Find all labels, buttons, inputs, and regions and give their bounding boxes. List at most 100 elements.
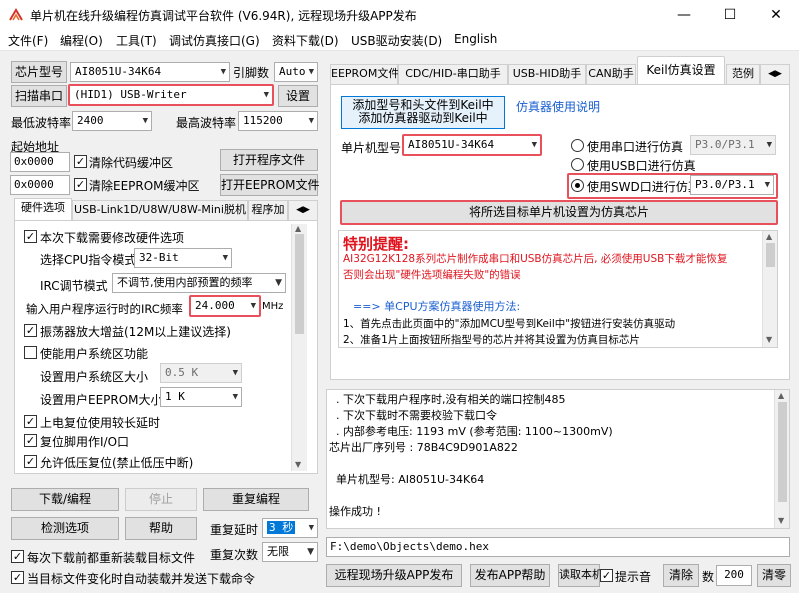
repeat-delay-label: 重复延时 — [210, 523, 259, 537]
clear-code-checkbox[interactable]: ✓ — [74, 155, 87, 168]
menu-file[interactable]: 文件(F) — [8, 32, 48, 49]
serial-emulation-label: 使用串口进行仿真 — [587, 140, 684, 154]
clear-log-button[interactable]: 清除 — [663, 564, 699, 587]
tab-keil-emulation[interactable]: Keil仿真设置 — [637, 56, 725, 86]
scrollbar-thumb[interactable] — [295, 234, 304, 334]
repeat-count-value: 无限 — [267, 545, 289, 558]
read-local-button[interactable]: 读取本机 — [558, 564, 603, 587]
usb-emulation-radio[interactable] — [571, 158, 584, 171]
stop-button[interactable]: 停止 — [125, 488, 197, 511]
scrollbar-thumb[interactable] — [778, 402, 787, 502]
eeprom-size-select[interactable]: 1 K ▼ — [160, 387, 242, 407]
osc-gain-label: 振荡器放大增益(12M以上建议选择) — [40, 325, 231, 339]
power-delay-checkbox[interactable]: ✓ — [24, 415, 37, 428]
reload-target-label: 每次下载前都重新装载目标文件 — [27, 551, 196, 565]
serial-emulation-radio[interactable] — [571, 139, 584, 152]
repeat-count-select[interactable]: 无限 ▼ — [262, 542, 318, 562]
code-start-address-input[interactable]: 0x0000 — [10, 152, 70, 172]
add-to-keil-button[interactable]: 添加型号和头文件到Keil中 添加仿真器驱动到Keil中 — [341, 96, 505, 129]
port-settings-button[interactable]: 设置 — [278, 85, 318, 107]
menu-tools[interactable]: 工具(T) — [116, 32, 157, 49]
menu-debug-interface[interactable]: 调试仿真接口(G) — [169, 32, 260, 49]
irc-mode-select[interactable]: 不调节,使用内部预置的频率 ▼ — [112, 273, 286, 293]
reload-target-checkbox[interactable]: ✓ — [11, 550, 24, 563]
file-path-field[interactable]: F:\demo\Objects\demo.hex — [326, 537, 790, 557]
notice-scrollbar[interactable]: ▲ ▼ — [762, 231, 777, 347]
reset-pin-io-label: 复位脚用作I/O口 — [40, 435, 130, 449]
menu-usb-driver[interactable]: USB驱动安装(D) — [351, 32, 442, 49]
count-input[interactable]: 200 — [716, 565, 752, 586]
enable-user-sys-checkbox[interactable] — [24, 346, 37, 359]
repeat-delay-select[interactable]: 3 秒 ▼ — [262, 518, 318, 538]
max-baud-value: 115200 — [243, 114, 283, 127]
log-scrollbar[interactable]: ▲ ▼ — [774, 390, 789, 528]
tab-eeprom-file[interactable]: EEPROM文件 — [330, 64, 399, 84]
reset-pin-io-checkbox[interactable]: ✓ — [24, 434, 37, 447]
irc-mode-value: 不调节,使用内部预置的频率 — [117, 276, 253, 289]
open-eeprom-file-button[interactable]: 打开EEPROM文件 — [220, 174, 320, 196]
clear-eeprom-checkbox[interactable]: ✓ — [74, 178, 87, 191]
tab-scroll-arrows[interactable]: ◀▶ — [288, 200, 318, 220]
chip-model-select[interactable]: AI8051U-34K64 ▼ — [70, 62, 230, 82]
chevron-down-icon: ▼ — [220, 67, 226, 77]
tab-examples[interactable]: 范例 — [726, 64, 760, 84]
tab-usb-link-offline[interactable]: USB-Link1D/U8W/U8W-Mini脱机 — [72, 200, 248, 220]
scrollbar-thumb[interactable] — [766, 243, 775, 267]
publish-app-button[interactable]: 远程现场升级APP发布 — [326, 564, 462, 587]
user-sys-size-label: 设置用户系统区大小 — [40, 370, 149, 384]
tab-scroll-arrows-right[interactable]: ◀▶ — [760, 64, 790, 84]
chip-model-button[interactable]: 芯片型号 — [11, 61, 67, 83]
tab-cdc-hid-serial[interactable]: CDC/HID-串口助手 — [398, 64, 508, 84]
eeprom-size-value: 1 K — [165, 390, 185, 403]
mcu-model-select[interactable]: AI8051U-34K64 ▼ — [402, 134, 542, 156]
help-button[interactable]: 帮助 — [125, 517, 197, 540]
tab-hardware-options[interactable]: 硬件选项 — [14, 198, 72, 220]
window-title: 单片机在线升级编程仿真调试平台软件 (V6.94R), 远程现场升级APP发布 — [30, 9, 417, 23]
swd-pins-select[interactable]: P3.0/P3.1 ▼ — [690, 175, 774, 195]
tab-can[interactable]: CAN助手 — [586, 64, 636, 84]
swd-emulation-label: 使用SWD口进行仿真 — [587, 180, 700, 194]
auto-load-checkbox[interactable]: ✓ — [11, 571, 24, 584]
log-line: . 内部参考电压: 1193 mV (参考范围: 1100~1300mV) — [329, 425, 613, 438]
check-options-button[interactable]: 检测选项 — [11, 517, 119, 540]
pin-count-select[interactable]: Auto ▼ — [274, 62, 318, 82]
menu-program[interactable]: 编程(O) — [60, 32, 103, 49]
hardware-options-scrollbar[interactable]: ▲ ▼ — [291, 224, 307, 471]
chevron-down-icon: ▼ — [531, 140, 537, 150]
osc-gain-checkbox[interactable]: ✓ — [24, 324, 37, 337]
need-modify-hw-checkbox[interactable]: ✓ — [24, 230, 37, 243]
publish-app-help-button[interactable]: 发布APP帮助 — [470, 564, 550, 587]
usb-emulation-label: 使用USB口进行仿真 — [587, 159, 696, 173]
notice-box: 特别提醒: AI32G12K128系列芯片制作成串口和USB仿真芯片后, 必须使… — [338, 230, 778, 348]
max-baud-select[interactable]: 115200 ▼ — [238, 111, 318, 131]
user-sys-size-select[interactable]: 0.5 K ▼ — [160, 363, 242, 383]
low-volt-reset-checkbox[interactable]: ✓ — [24, 455, 37, 468]
irc-freq-unit: MHz — [262, 301, 284, 312]
set-target-emulation-chip-button[interactable]: 将所选目标单片机设置为仿真芯片 — [340, 200, 778, 225]
scan-port-button[interactable]: 扫描串口 — [11, 85, 67, 107]
serial-pins-select[interactable]: P3.0/P3.1 ▼ — [690, 135, 776, 155]
menu-download[interactable]: 资料下载(D) — [272, 32, 339, 49]
reset-count-button[interactable]: 清零 — [757, 564, 791, 587]
emulator-doc-link[interactable]: 仿真器使用说明 — [516, 98, 600, 115]
swd-emulation-radio[interactable] — [571, 179, 584, 192]
menu-english[interactable]: English — [454, 32, 497, 46]
chevron-down-icon: ▼ — [263, 90, 269, 100]
tab-program-encrypt[interactable]: 程序加 — [248, 200, 288, 220]
beep-checkbox[interactable]: ✓ — [600, 569, 613, 582]
minimize-button[interactable]: — — [661, 0, 707, 30]
min-baud-select[interactable]: 2400 ▼ — [72, 111, 152, 131]
reprogram-button[interactable]: 重复编程 — [203, 488, 309, 511]
cpu-mode-select[interactable]: 32-Bit ▼ — [134, 248, 232, 268]
port-select[interactable]: (HID1) USB-Writer ▼ — [68, 84, 274, 106]
irc-freq-select[interactable]: 24.000 ▼ — [189, 295, 261, 317]
maximize-button[interactable]: ☐ — [707, 0, 753, 30]
close-button[interactable]: ✕ — [753, 0, 799, 30]
add-to-keil-line2: 添加仿真器驱动到Keil中 — [358, 111, 488, 125]
download-program-button[interactable]: 下载/编程 — [11, 488, 119, 511]
eeprom-start-address-input[interactable]: 0x0000 — [10, 175, 70, 195]
log-line: 芯片出厂序列号 : 78B4C9D901A822 — [329, 441, 518, 454]
log-line: 操作成功 ! — [329, 505, 381, 518]
tab-usb-hid[interactable]: USB-HID助手 — [508, 64, 586, 84]
open-program-file-button[interactable]: 打开程序文件 — [220, 149, 318, 171]
